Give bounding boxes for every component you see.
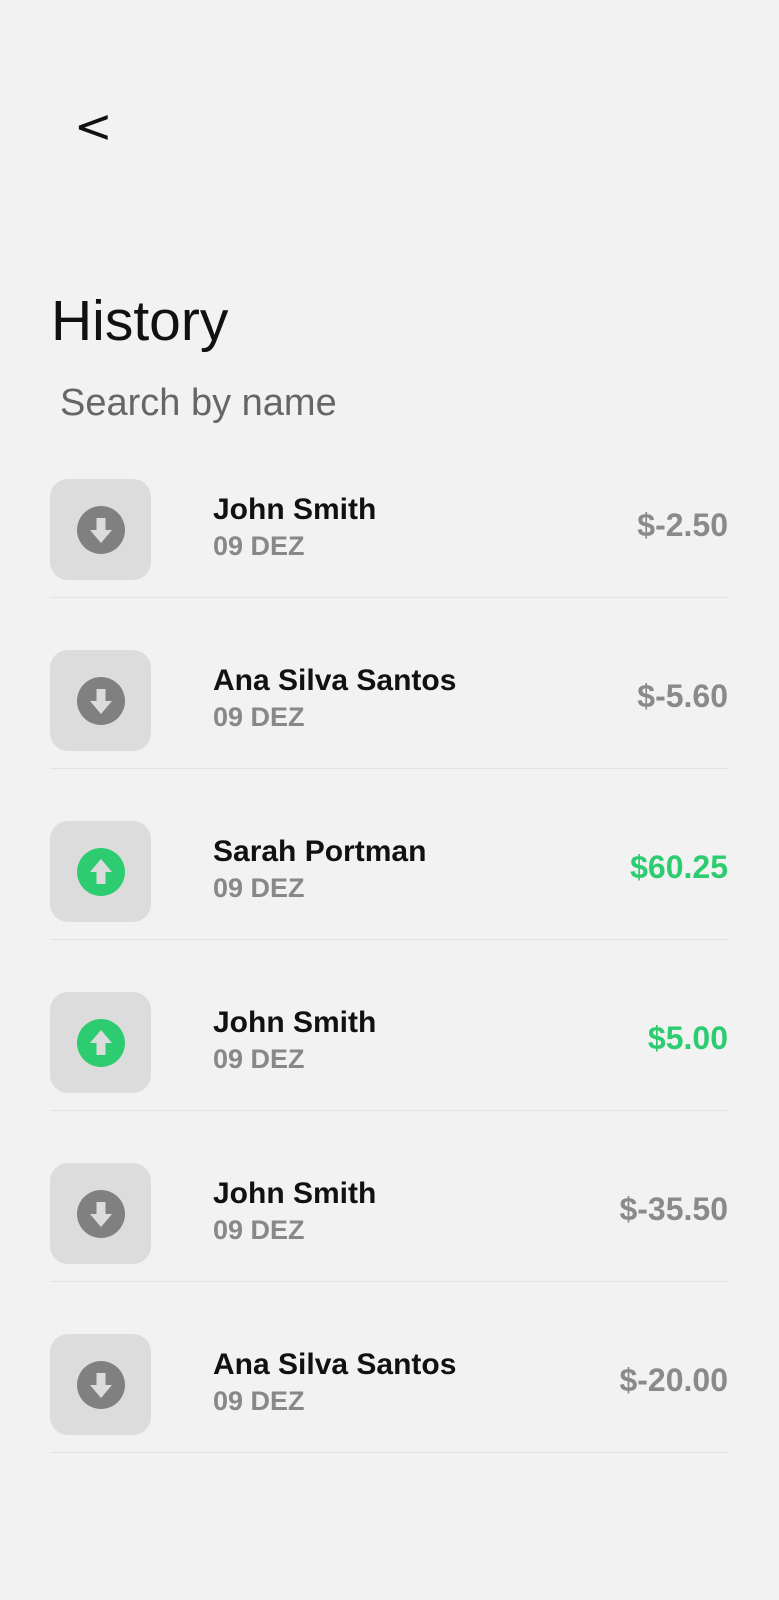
arrow-up-circle-icon <box>76 1018 126 1068</box>
transaction-row[interactable]: John Smith 09 DEZ $5.00 <box>50 984 728 1155</box>
transaction-amount: $5.00 <box>647 1020 728 1056</box>
transaction-row[interactable]: John Smith 09 DEZ $-35.50 <box>50 1155 728 1326</box>
transaction-icon-box <box>50 650 151 751</box>
transaction-row[interactable]: Ana Silva Santos 09 DEZ $-20.00 <box>50 1326 728 1497</box>
arrow-down-circle-icon <box>76 505 126 555</box>
transaction-date: 09 DEZ <box>213 1044 305 1074</box>
page-title: History <box>51 289 229 353</box>
transaction-row[interactable]: John Smith 09 DEZ $-2.50 <box>50 471 728 642</box>
transaction-name: Ana Silva Santos <box>213 664 457 697</box>
transaction-name: John Smith <box>213 493 377 526</box>
transaction-amount: $-35.50 <box>619 1191 728 1227</box>
transaction-amount: $-2.50 <box>637 507 728 543</box>
back-button[interactable]: < <box>74 96 122 156</box>
transaction-icon-box <box>50 1163 151 1264</box>
transaction-amount: $-5.60 <box>637 678 728 714</box>
transaction-icon-box <box>50 479 151 580</box>
transaction-date: 09 DEZ <box>213 702 305 732</box>
transaction-amount: $60.25 <box>630 849 728 885</box>
transaction-list: John Smith 09 DEZ $-2.50 Ana Silva Santo… <box>50 471 728 1497</box>
arrow-down-circle-icon <box>76 1189 126 1239</box>
transaction-name: Sarah Portman <box>213 835 427 868</box>
transaction-name: Ana Silva Santos <box>213 1348 457 1381</box>
transaction-date: 09 DEZ <box>213 873 305 903</box>
transaction-row[interactable]: Ana Silva Santos 09 DEZ $-5.60 <box>50 642 728 813</box>
transaction-date: 09 DEZ <box>213 1386 305 1416</box>
transaction-icon-box <box>50 992 151 1093</box>
transaction-amount: $-20.00 <box>619 1362 728 1398</box>
arrow-down-circle-icon <box>76 1360 126 1410</box>
arrow-down-circle-icon <box>76 676 126 726</box>
transaction-date: 09 DEZ <box>213 1215 305 1245</box>
transaction-name: John Smith <box>213 1006 377 1039</box>
transaction-name: John Smith <box>213 1177 377 1210</box>
transaction-icon-box <box>50 821 151 922</box>
transaction-icon-box <box>50 1334 151 1435</box>
transaction-date: 09 DEZ <box>213 531 305 561</box>
arrow-up-circle-icon <box>76 847 126 897</box>
transaction-row[interactable]: Sarah Portman 09 DEZ $60.25 <box>50 813 728 984</box>
search-input[interactable] <box>60 375 660 431</box>
